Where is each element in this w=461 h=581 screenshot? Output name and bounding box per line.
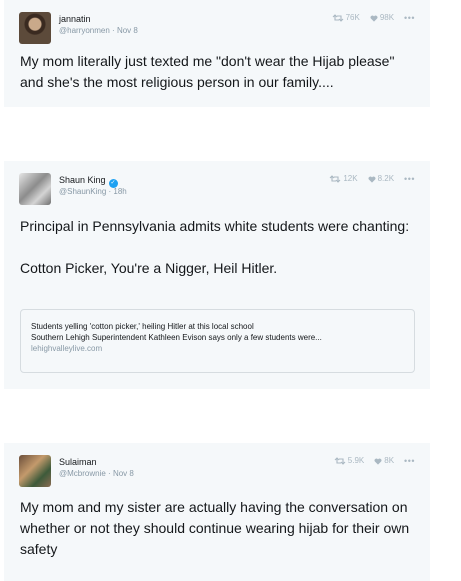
tweet-text: Principal in Pennsylvania admits white s… xyxy=(20,218,410,276)
separator: · xyxy=(108,187,112,196)
link-preview-card[interactable]: Students yelling 'cotton picker,' heilin… xyxy=(20,309,415,373)
author-handle[interactable]: @ShaunKing · 18h xyxy=(59,187,127,197)
tweet-text: My mom literally just texted me "don't w… xyxy=(20,53,395,90)
avatar[interactable] xyxy=(19,12,51,44)
separator: · xyxy=(108,469,111,478)
tweet-text: My mom and my sister are actually having… xyxy=(20,499,410,557)
like-count: 8K xyxy=(384,456,395,465)
separator: · xyxy=(112,26,115,35)
retweet-count: 76K xyxy=(345,13,360,22)
like-button[interactable]: 98K xyxy=(370,13,394,23)
tweet-card[interactable]: Sulaiman @Mcbrownie · Nov 8 5.9K 8K ••• … xyxy=(4,443,430,581)
like-button[interactable]: 8K xyxy=(374,456,394,466)
avatar[interactable] xyxy=(19,455,51,487)
author-name[interactable]: jannatin xyxy=(59,14,91,24)
timestamp[interactable]: 18h xyxy=(113,187,126,196)
link-domain: lehighvalleylive.com xyxy=(31,344,103,353)
handle-text: @ShaunKing xyxy=(59,187,107,196)
tweet-card[interactable]: jannatin @harryonmen · Nov 8 76K 98K •••… xyxy=(4,0,430,107)
tweet-actions: 5.9K 8K ••• xyxy=(324,456,415,466)
handle-text: @harryonmen xyxy=(59,26,110,35)
like-count: 8.2K xyxy=(377,174,395,183)
heart-icon xyxy=(370,15,378,22)
retweet-icon xyxy=(332,14,343,22)
like-count: 98K xyxy=(379,13,395,22)
timestamp[interactable]: Nov 8 xyxy=(113,469,134,478)
retweet-button[interactable]: 76K xyxy=(332,13,360,23)
tweet-actions: 76K 98K ••• xyxy=(322,13,415,23)
like-button[interactable]: 8.2K xyxy=(368,174,394,184)
avatar[interactable] xyxy=(19,173,51,205)
link-title: Students yelling 'cotton picker,' heilin… xyxy=(31,322,254,331)
heart-icon xyxy=(368,176,376,183)
retweet-icon xyxy=(329,175,341,183)
retweet-icon xyxy=(334,457,346,465)
more-icon[interactable]: ••• xyxy=(404,13,415,23)
more-icon[interactable]: ••• xyxy=(404,174,415,184)
author-name[interactable]: Sulaiman xyxy=(59,457,97,467)
link-description: Southern Lehigh Superintendent Kathleen … xyxy=(31,333,322,342)
more-icon[interactable]: ••• xyxy=(404,456,415,466)
retweet-button[interactable]: 12K xyxy=(329,174,358,184)
handle-text: @Mcbrownie xyxy=(59,469,106,478)
heart-icon xyxy=(374,458,382,465)
tweet-card[interactable]: Shaun King ✓ @ShaunKing · 18h 12K 8.2K ••… xyxy=(4,161,430,389)
timestamp[interactable]: Nov 8 xyxy=(117,26,138,35)
retweet-button[interactable]: 5.9K xyxy=(334,456,364,466)
tweet-actions: 12K 8.2K ••• xyxy=(319,174,415,184)
author-handle[interactable]: @Mcbrownie · Nov 8 xyxy=(59,469,134,479)
retweet-count: 12K xyxy=(343,174,358,183)
retweet-count: 5.9K xyxy=(347,456,365,465)
author-handle[interactable]: @harryonmen · Nov 8 xyxy=(59,26,138,36)
author-name-text: Shaun King xyxy=(59,175,106,185)
